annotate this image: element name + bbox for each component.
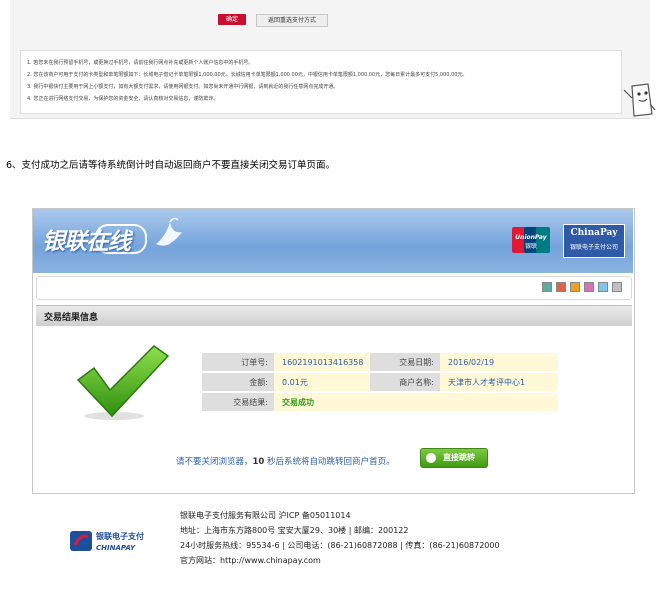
footer-address: 地址：上海市东方路800号 宝安大厦29、30楼 | 邮编：200122 [180, 526, 409, 535]
redirect-tip-before: 请不要关闭浏览器， [176, 457, 253, 467]
theme-swatch[interactable] [612, 282, 622, 292]
amount-label: 金额: [202, 373, 274, 392]
order-number-label: 订单号: [202, 353, 274, 372]
unionpay-online-logo: 银联在线 [42, 229, 131, 255]
chinapay-footer-logo-icon: 银联电子支付 CHINAPAY [70, 531, 144, 552]
footer-phones: 24小时服务热线：95534-6 | 公司电话：(86-21)60872088 … [180, 541, 500, 550]
redirect-tip-after: 秒后系统将自动跳转回商户首页。 [264, 457, 395, 467]
step-instruction: 6、支付成功之后请等待系统倒计时自动返回商户不要直接关闭交易订单页面。 [6, 160, 336, 171]
jump-now-label: 直接跳转 [443, 453, 475, 462]
chinapay-subtitle: 银联电子支付公司 [569, 244, 618, 251]
success-check-icon [76, 345, 170, 420]
merchant-value: 天津市人才考评中心1 [440, 373, 558, 392]
footer-logo-cn: 银联电子支付 [95, 531, 144, 541]
merchant-label: 商户名称: [370, 373, 440, 392]
theme-swatch[interactable] [570, 282, 580, 292]
trade-date-label: 交易日期: [370, 353, 440, 372]
result-value: 交易成功 [274, 393, 558, 412]
order-number-value: 1602191013416358 [274, 353, 370, 372]
notice-line: 4. 您正在进行网络支付交易，为保护您的资金安全，请认真核对交易信息，谨防欺诈。 [27, 96, 219, 102]
confirm-button[interactable]: 确定 [218, 14, 246, 25]
unionpay-cn-text: 银联 [525, 242, 537, 250]
footer-company: 银联电子支付服务有限公司 沪ICP 备05011014 [180, 511, 351, 520]
mascot-icon [623, 83, 656, 117]
jump-now-button[interactable]: 直接跳转 [420, 448, 488, 468]
notice-box: 1. 若您未在我行预留手机号，或更换过手机号，请前往我行网点补充或更新个人账户信… [20, 50, 622, 114]
theme-swatch[interactable] [542, 282, 552, 292]
notice-line: 1. 若您未在我行预留手机号，或更换过手机号，请前往我行网点补充或更新个人账户信… [27, 60, 254, 66]
amount-value: 0.01元 [274, 373, 370, 392]
chinapay-logo: ChinaPay 银联电子支付公司 [563, 224, 625, 258]
theme-swatch[interactable] [598, 282, 608, 292]
result-label: 交易结果: [202, 393, 274, 412]
notice-line: 2. 您在该商户可用于支付的卡类型和单笔限额如下：长城电子借记卡单笔限额1,00… [27, 72, 468, 78]
unionpay-logo-icon: UnionPay 银联 [512, 227, 550, 253]
notice-line: 3. 我行中银快付主要用于网上小额支付，如有大额支付需求，请使用网银支付。如您尚… [27, 84, 339, 90]
redirect-countdown-text: 请不要关闭浏览器，10 秒后系统将自动跳转回商户首页。 [176, 455, 395, 467]
check-circle-icon [426, 453, 436, 463]
section-header [36, 305, 632, 326]
trade-date-value: 2016/02/19 [440, 353, 558, 372]
footer-website[interactable]: 官方网站：http://www.chinapay.com [180, 555, 321, 566]
footer-logo-en: CHINAPAY [96, 544, 136, 552]
section-title: 交易结果信息 [44, 313, 99, 323]
dove-icon [156, 217, 182, 246]
unionpay-text: UnionPay [515, 234, 547, 241]
chinapay-name: ChinaPay [570, 228, 618, 238]
countdown-seconds: 10 [252, 457, 265, 467]
reselect-payment-button[interactable]: 返回重选支付方式 [256, 14, 328, 27]
theme-swatch[interactable] [584, 282, 594, 292]
theme-swatch[interactable] [556, 282, 566, 292]
